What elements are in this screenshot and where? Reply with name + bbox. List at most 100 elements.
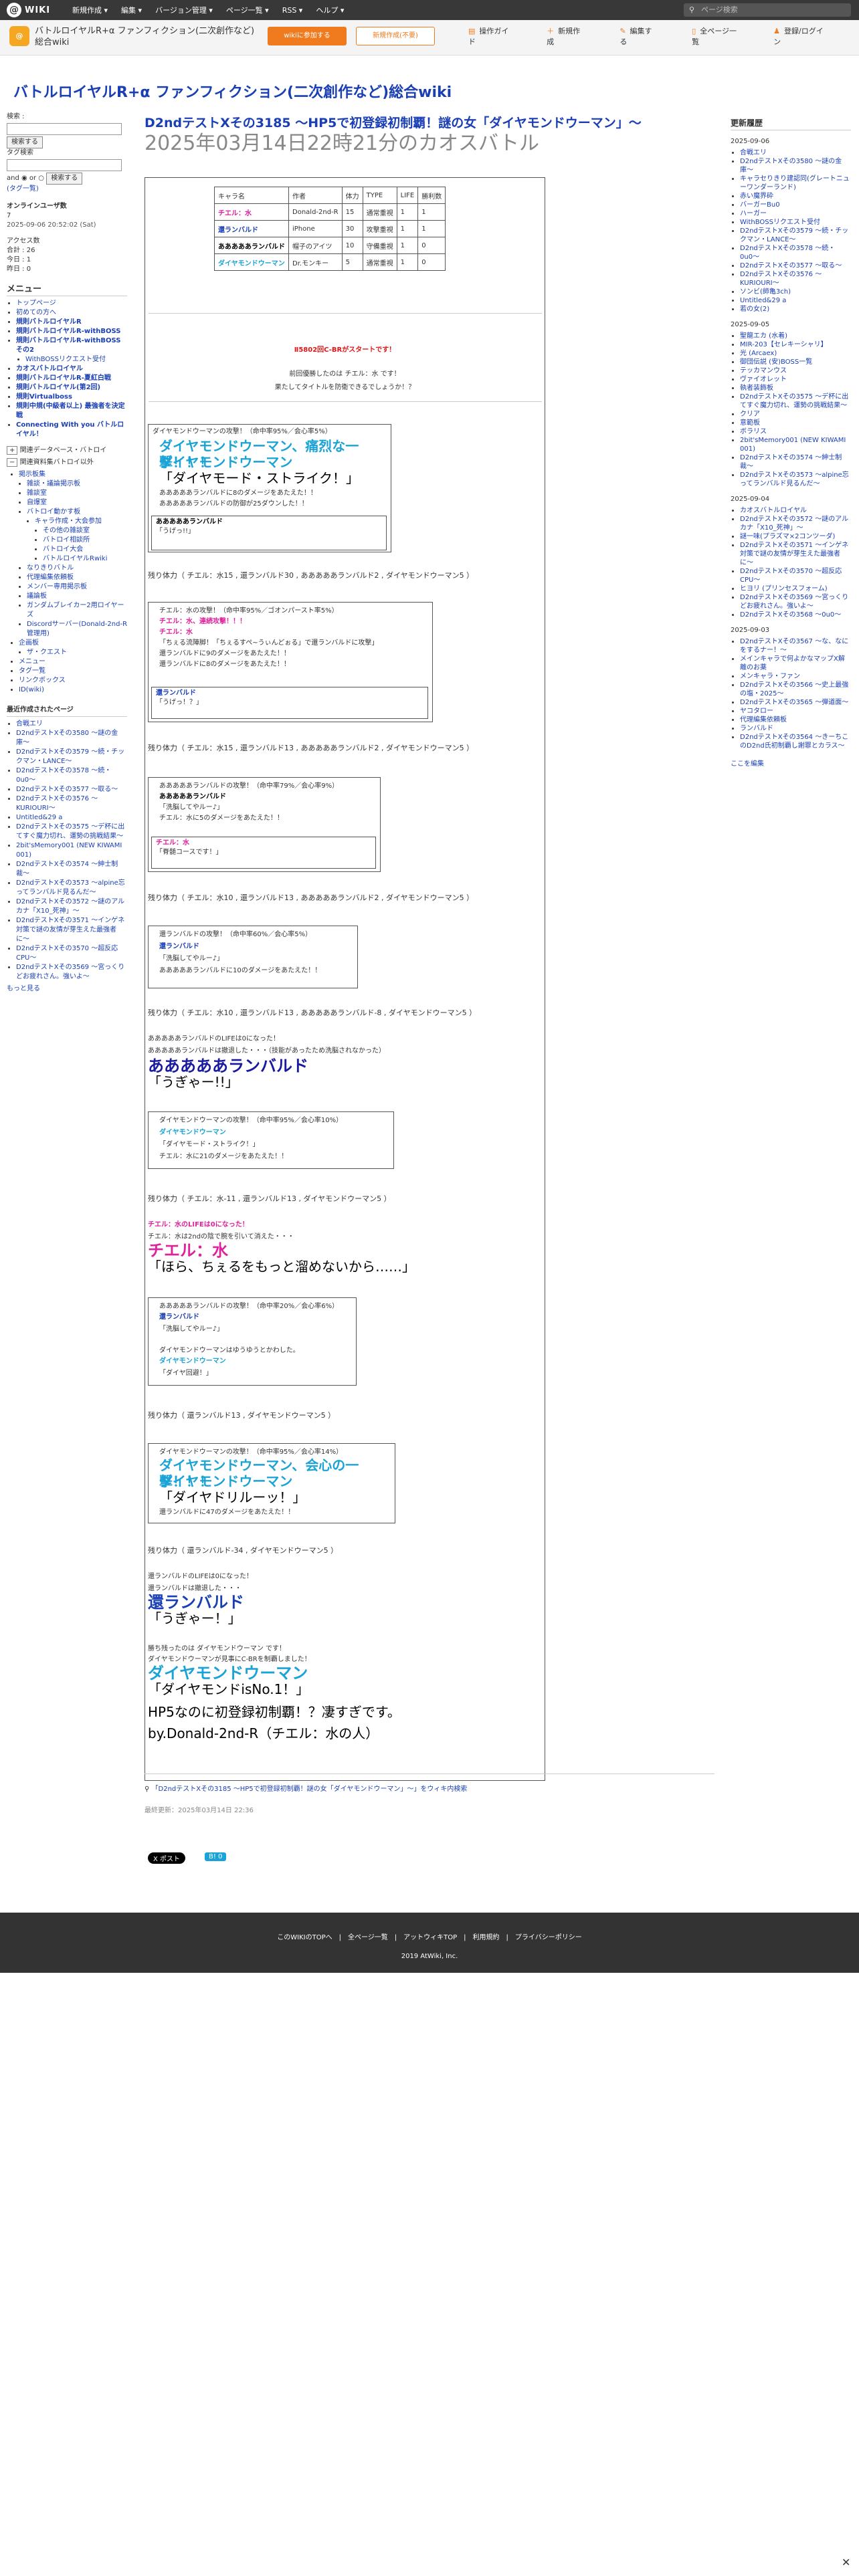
history-link[interactable]: 謎一味(プラズマ×2コンツーダ) bbox=[740, 533, 835, 540]
wiki-search-link-text[interactable]: 「D2ndテストXその3185 〜HP5で初登録初制覇！謎の女「ダイヤモンドウー… bbox=[152, 1786, 468, 1793]
history-link[interactable]: D2ndテストXその3568 〜0u0〜 bbox=[740, 611, 841, 619]
history-link[interactable]: D2ndテストXその3579 〜続・チックマン・LANCE〜 bbox=[740, 227, 848, 243]
tree-link[interactable]: ID(wiki) bbox=[19, 686, 44, 693]
tag-search-input[interactable] bbox=[7, 159, 122, 171]
menu-link[interactable]: 規則バトルロイヤルR bbox=[16, 318, 82, 326]
recent-link[interactable]: D2ndテストXその3580 〜謎の金庫〜 bbox=[16, 730, 118, 746]
menu-rss[interactable]: RSS ▾ bbox=[282, 6, 303, 15]
recent-link[interactable]: 合戦エリ bbox=[16, 720, 43, 728]
history-link[interactable]: テッカマンウス bbox=[740, 367, 787, 374]
history-link[interactable]: 執者装飾板 bbox=[740, 385, 773, 392]
wiki-search-link[interactable]: ⚲ 「D2ndテストXその3185 〜HP5で初登録初制覇！謎の女「ダイヤモンド… bbox=[145, 1783, 467, 1793]
history-link[interactable]: D2ndテストXその3573 〜alpine忘ってランバルド見るんだ〜 bbox=[740, 471, 849, 488]
menu-new[interactable]: 新規作成 ▾ bbox=[72, 5, 108, 15]
atwiki-logo[interactable]: @ WIKI bbox=[7, 3, 50, 17]
collapse-other[interactable]: − 関連資料集バトロイ以外 bbox=[7, 458, 127, 467]
wiki-header-title[interactable]: バトルロイヤルR+α ファンフィクション(二次創作など)総合wiki bbox=[35, 25, 256, 48]
recent-link[interactable]: 2bit'sMemory001 (NEW KIWAMI 001) bbox=[16, 842, 122, 859]
menu-help[interactable]: ヘルプ ▾ bbox=[316, 5, 344, 15]
history-link[interactable]: D2ndテストXその3566 〜史上最強の塩・2025〜 bbox=[740, 681, 848, 697]
history-link[interactable]: カオスバトルロイヤル bbox=[740, 507, 807, 514]
history-link[interactable]: バーガーBu0 bbox=[740, 201, 780, 209]
menu-link[interactable]: WithBOSSリクエスト受付 bbox=[25, 356, 106, 363]
history-link[interactable]: 光 (Arcaex) bbox=[740, 350, 777, 357]
tag-list-link[interactable]: (タグ一覧) bbox=[7, 185, 39, 193]
history-link[interactable]: D2ndテストXその3575 〜デ杯に出てすぐ魔力切れ、運勢の挑戦結果〜 bbox=[740, 393, 848, 409]
history-link[interactable]: 代理編集依頼板 bbox=[740, 716, 787, 724]
menu-version[interactable]: バージョン管理 ▾ bbox=[155, 5, 213, 15]
more-link[interactable]: もっと見る bbox=[7, 985, 40, 992]
hatena-bookmark-button[interactable]: B! 0 bbox=[205, 1852, 227, 1861]
tree-link[interactable]: 雑談・議論掲示板 bbox=[27, 480, 80, 488]
menu-pages[interactable]: ページ一覧 ▾ bbox=[226, 5, 269, 15]
history-link[interactable]: クリア bbox=[740, 411, 760, 418]
tree-link[interactable]: バトロイ動かす板 bbox=[27, 508, 80, 516]
history-link[interactable]: ヤコタロー bbox=[740, 708, 773, 715]
tag-search-button[interactable]: 検索する bbox=[46, 173, 83, 185]
history-link[interactable]: 聖龍エカ (水着) bbox=[740, 332, 787, 340]
history-link[interactable]: ボラリス bbox=[740, 428, 767, 435]
create-link[interactable]: ＋新規作成 bbox=[547, 25, 595, 47]
tree-link[interactable]: 自爆室 bbox=[27, 499, 47, 506]
menu-link[interactable]: Connecting With you バトルロイヤル！ bbox=[16, 421, 124, 438]
collapse-db[interactable]: + 関連データベース・バトロイ bbox=[7, 446, 127, 455]
and-or-radio[interactable]: and ◉ or ○ bbox=[7, 175, 44, 182]
history-link[interactable]: D2ndテストXその3565 〜弾道面〜 bbox=[740, 699, 848, 706]
new-page-button[interactable]: 新規作成(不要) bbox=[356, 27, 435, 45]
join-wiki-button[interactable]: wikiに参加する bbox=[268, 27, 347, 45]
recent-link[interactable]: D2ndテストXその3574 〜紳士制裁〜 bbox=[16, 861, 118, 877]
site-title[interactable]: バトルロイヤルR+α ファンフィクション(二次創作など)総合wiki bbox=[13, 80, 452, 102]
menu-link[interactable]: 規則バトルロイヤルR-withBOSS その2 bbox=[16, 337, 121, 354]
recent-link[interactable]: D2ndテストXその3573 〜alpine忘ってランバルド見るんだ〜 bbox=[16, 879, 125, 896]
tree-link[interactable]: その他の雑談室 bbox=[43, 527, 90, 534]
close-icon[interactable]: ✕ bbox=[842, 2556, 850, 2569]
all-pages-link[interactable]: ▯ 全ページ一覧 bbox=[692, 25, 749, 47]
history-link[interactable]: ハーガー bbox=[740, 210, 767, 217]
sidebar-search-button[interactable]: 検索する bbox=[7, 136, 43, 148]
edit-here-link[interactable]: ここを編集 bbox=[731, 760, 764, 768]
recent-link[interactable]: D2ndテストXその3569 〜宮っくりどお疲れさん。強いよ〜 bbox=[16, 964, 124, 980]
history-link[interactable]: 若の女(2) bbox=[740, 306, 769, 313]
sidebar-search-input[interactable] bbox=[7, 123, 122, 135]
recent-link[interactable]: D2ndテストXその3577 〜取る〜 bbox=[16, 786, 118, 793]
history-link[interactable]: D2ndテストXその3569 〜宮っくりどお疲れさん。強いよ〜 bbox=[740, 594, 848, 610]
menu-link[interactable]: 規則バトルロイヤルR-夏紅白戦 bbox=[16, 374, 111, 382]
tree-link[interactable]: リンクボックス bbox=[19, 677, 66, 684]
menu-link[interactable]: 規則Virtualboss bbox=[16, 393, 72, 401]
recent-link[interactable]: D2ndテストXその3578 〜続・0u0〜 bbox=[16, 767, 111, 784]
history-link[interactable]: 御団伝説 (安)BOSS一覧 bbox=[740, 358, 812, 366]
tree-link[interactable]: キャラ作成・大会参加 bbox=[35, 518, 102, 525]
recent-link[interactable]: Untitled&29 a bbox=[16, 814, 62, 821]
recent-link[interactable]: D2ndテストXその3571 〜インゲネ対策で謎の友情が芽生えた最強者に〜 bbox=[16, 917, 124, 943]
tree-link[interactable]: 代理編集依頼板 bbox=[27, 574, 74, 581]
history-link[interactable]: D2ndテストXその3570 〜超反応CPU〜 bbox=[740, 568, 842, 584]
recent-link[interactable]: D2ndテストXその3572 〜謎のアルカナ「X10_死神」〜 bbox=[16, 898, 124, 915]
login-link[interactable]: ♟ 登録/ログイン bbox=[773, 25, 835, 47]
tree-link[interactable]: 企画板 bbox=[19, 639, 39, 647]
tree-link[interactable]: ザ・クエスト bbox=[27, 649, 67, 656]
history-link[interactable]: D2ndテストXその3574 〜紳士制裁〜 bbox=[740, 454, 842, 470]
footer-links[interactable]: このWIKIのTOPへ | 全ページ一覧 | アットウィキTOP | 利用規約 … bbox=[0, 1931, 859, 1941]
history-link[interactable]: 合戦エリ bbox=[740, 149, 767, 156]
edit-link[interactable]: ✎ 編集する bbox=[619, 25, 668, 47]
tree-link[interactable]: ガンダムブレイカー2用ロイヤーズ bbox=[27, 602, 124, 619]
history-link[interactable]: ヴァイオレット bbox=[740, 376, 787, 383]
tree-link[interactable]: バトロイ大会 bbox=[43, 546, 83, 553]
history-link[interactable]: ソンビ(師亀3ch) bbox=[740, 288, 791, 296]
x-post-button[interactable]: X ポスト bbox=[148, 1852, 186, 1864]
menu-link[interactable]: 初めての方へ bbox=[16, 309, 56, 316]
history-link[interactable]: MIR-203【セレキーシャリ】 bbox=[740, 341, 828, 348]
menu-link[interactable]: トップページ bbox=[16, 300, 56, 307]
history-link[interactable]: D2ndテストXその3580 〜謎の金庫〜 bbox=[740, 158, 842, 174]
history-link[interactable]: 意範板 bbox=[740, 419, 760, 427]
recent-link[interactable]: D2ndテストXその3579 〜続・チックマン・LANCE〜 bbox=[16, 748, 124, 765]
tree-link[interactable]: メニュー bbox=[19, 658, 45, 665]
recent-link[interactable]: D2ndテストXその3575 〜デ杯に出てすぐ魔力切れ、運勢の挑戦結果〜 bbox=[16, 823, 124, 840]
page-search-input[interactable]: ⚲ ページ検索 bbox=[684, 3, 851, 17]
history-link[interactable]: ヒヨリ (プリンセスフォーム) bbox=[740, 585, 828, 593]
recent-link[interactable]: D2ndテストXその3570 〜超反応CPU〜 bbox=[16, 945, 118, 962]
menu-link[interactable]: 規則バトルロイヤルR-withBOSS bbox=[16, 328, 121, 335]
history-link[interactable]: D2ndテストXその3577 〜取る〜 bbox=[740, 262, 842, 270]
guide-link[interactable]: ▤ 操作ガイド bbox=[468, 25, 522, 47]
menu-link[interactable]: 規則バトルロイヤル(第2回) bbox=[16, 384, 100, 391]
